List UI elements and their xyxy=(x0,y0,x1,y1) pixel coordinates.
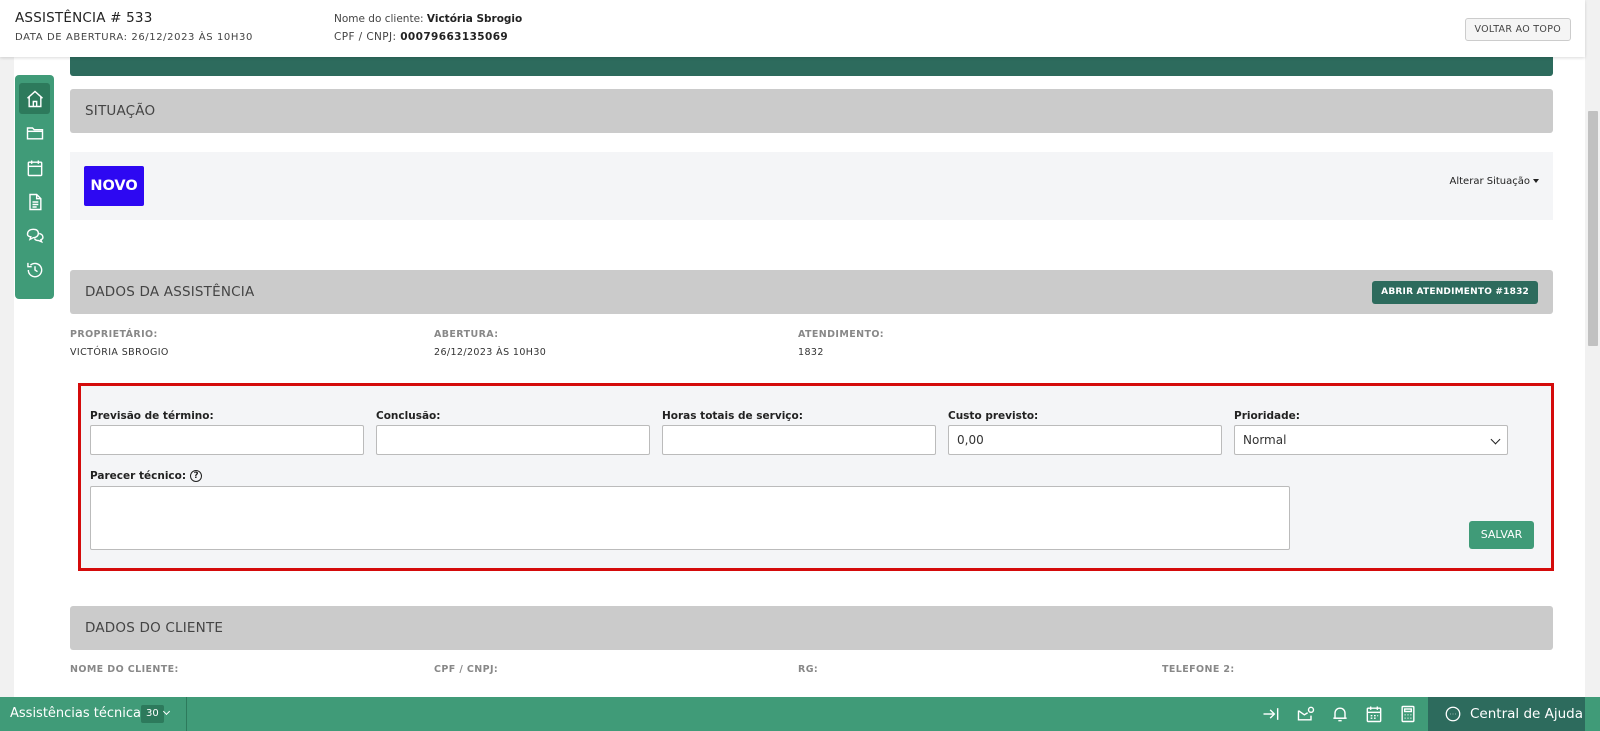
back-to-top-button[interactable]: VOLTAR AO TOPO xyxy=(1464,18,1571,41)
nav-history[interactable] xyxy=(19,254,50,285)
nav-chat[interactable] xyxy=(19,220,50,251)
folder-icon xyxy=(26,126,43,140)
situacao-heading: SITUAÇÃO xyxy=(85,103,156,119)
chat-bubble-icon xyxy=(1445,706,1461,722)
mail-settings-button[interactable] xyxy=(1296,704,1316,724)
chevron-down-icon xyxy=(1490,434,1501,445)
client-cpf-info: CPF / CNPJ: 00079663135069 xyxy=(334,31,508,43)
help-center-label: Central de Ajuda xyxy=(1470,706,1583,722)
dados-cliente-heading: DADOS DO CLIENTE xyxy=(85,620,224,636)
page-scrollbar[interactable] xyxy=(1585,0,1600,697)
nav-document[interactable] xyxy=(19,186,50,217)
collapse-button[interactable] xyxy=(1261,704,1281,724)
dados-assistencia-section-header: DADOS DA ASSISTÊNCIA ABRIR ATENDIMENTO #… xyxy=(70,270,1553,314)
module-chevron-down-icon[interactable] xyxy=(162,707,171,716)
conclusao-label: Conclusão: xyxy=(376,410,441,422)
bell-icon xyxy=(1333,707,1347,722)
opening-date-text: DATA DE ABERTURA: 26/12/2023 ÀS 10H30 xyxy=(15,32,253,43)
top-green-bar xyxy=(70,57,1553,76)
conclusao-input[interactable] xyxy=(376,425,650,455)
main-content: SITUAÇÃO NOVO Alterar Situação DADOS DA … xyxy=(14,57,1585,697)
calculator-button[interactable] xyxy=(1398,704,1418,724)
mail-gear-icon xyxy=(1297,706,1315,721)
chat-icon xyxy=(26,228,44,243)
nav-folder[interactable] xyxy=(19,117,50,148)
horas-input[interactable] xyxy=(662,425,936,455)
client-name-field-label: NOME DO CLIENTE: xyxy=(70,664,179,675)
caret-down-icon xyxy=(1533,179,1539,183)
nav-home[interactable] xyxy=(19,83,50,114)
change-status-label: Alterar Situação xyxy=(1449,176,1530,187)
ticket-label: ATENDIMENTO: xyxy=(798,329,885,340)
parecer-label-row: Parecer técnico: ? xyxy=(90,470,203,482)
bottom-bar: Assistências técnicas 30 Central de Ajud… xyxy=(0,697,1600,731)
custo-input[interactable]: 0,00 xyxy=(948,425,1222,455)
prioridade-select[interactable]: Normal xyxy=(1234,425,1508,455)
open-ticket-button[interactable]: ABRIR ATENDIMENTO #1832 xyxy=(1372,281,1538,304)
situacao-section-header: SITUAÇÃO xyxy=(70,89,1553,133)
ticket-value: 1832 xyxy=(798,347,824,358)
module-count-badge: 30 xyxy=(141,705,164,723)
client-phone2-field-label: TELEFONE 2: xyxy=(1162,664,1235,675)
history-icon xyxy=(26,262,42,277)
status-badge: NOVO xyxy=(84,166,144,206)
opening-value: 26/12/2023 ÀS 10H30 xyxy=(434,347,547,358)
client-rg-field-label: RG: xyxy=(798,664,819,675)
calendar-icon xyxy=(27,160,42,176)
calendar-icon xyxy=(1366,706,1382,723)
situacao-box: NOVO Alterar Situação xyxy=(70,152,1553,220)
save-button[interactable]: SALVAR xyxy=(1469,521,1534,549)
home-icon xyxy=(26,90,43,107)
previsao-input[interactable] xyxy=(90,425,364,455)
parecer-textarea[interactable] xyxy=(90,486,1290,550)
side-nav xyxy=(15,75,54,299)
owner-label: PROPRIETÁRIO: xyxy=(70,329,158,340)
client-cpf-field-label: CPF / CNPJ: xyxy=(434,664,499,675)
prioridade-selected-value: Normal xyxy=(1243,433,1287,447)
change-status-dropdown[interactable]: Alterar Situação xyxy=(1450,176,1539,187)
calendar-button[interactable] xyxy=(1364,704,1384,724)
prioridade-label: Prioridade: xyxy=(1234,410,1300,422)
page-title: ASSISTÊNCIA # 533 xyxy=(15,10,153,26)
opening-label: ABERTURA: xyxy=(434,329,499,340)
dados-assistencia-heading: DADOS DA ASSISTÊNCIA xyxy=(85,284,255,300)
client-name-info: Nome do cliente: Victória Sbrogio xyxy=(334,13,522,25)
bottom-divider xyxy=(186,697,187,731)
top-header: ASSISTÊNCIA # 533 DATA DE ABERTURA: 26/1… xyxy=(0,0,1585,57)
client-cpf-label: CPF / CNPJ: xyxy=(334,31,397,43)
document-icon xyxy=(28,193,42,210)
scrollbar-thumb[interactable] xyxy=(1588,111,1598,346)
technical-form: Previsão de término: Conclusão: Horas to… xyxy=(78,383,1554,571)
horas-label: Horas totais de serviço: xyxy=(662,410,803,422)
custo-label: Custo previsto: xyxy=(948,410,1039,422)
owner-value: VICTÓRIA SBROGIO xyxy=(70,347,169,358)
module-label[interactable]: Assistências técnicas xyxy=(10,706,148,721)
parecer-label: Parecer técnico: xyxy=(90,470,187,482)
client-cpf-value: 00079663135069 xyxy=(400,31,509,43)
notifications-button[interactable] xyxy=(1330,704,1350,724)
nav-calendar[interactable] xyxy=(19,152,50,183)
dados-cliente-section-header: DADOS DO CLIENTE xyxy=(70,606,1553,650)
client-name-value: Victória Sbrogio xyxy=(426,13,523,25)
client-name-label: Nome do cliente: xyxy=(334,13,424,25)
arrow-to-right-icon xyxy=(1263,708,1279,720)
help-center-button[interactable]: Central de Ajuda xyxy=(1428,697,1585,731)
previsao-label: Previsão de término: xyxy=(90,410,214,422)
calculator-icon xyxy=(1401,705,1415,723)
help-question-icon[interactable]: ? xyxy=(190,470,203,482)
